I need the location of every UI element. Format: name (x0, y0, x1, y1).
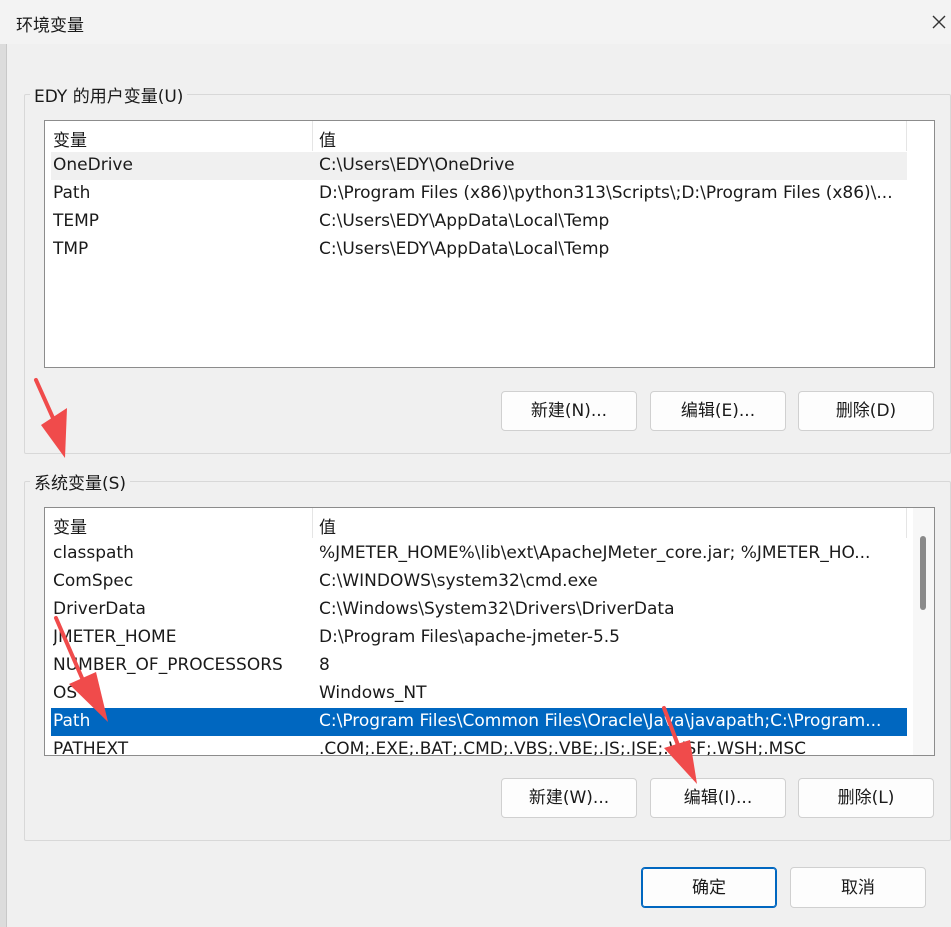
var-name: OneDrive (53, 155, 133, 175)
table-row[interactable]: classpath %JMETER_HOME%\lib\ext\ApacheJM… (51, 540, 907, 568)
var-value: %JMETER_HOME%\lib\ext\ApacheJMeter_core.… (319, 543, 871, 563)
system-variables-label: 系统变量(S) (30, 469, 131, 494)
table-row[interactable]: NUMBER_OF_PROCESSORS 8 (51, 652, 907, 680)
table-row[interactable]: PATHEXT .COM;.EXE;.BAT;.CMD;.VBS;.VBE;.J… (51, 736, 907, 756)
table-row[interactable]: DriverData C:\Windows\System32\Drivers\D… (51, 596, 907, 624)
user-list-header: 变量 值 (45, 121, 934, 151)
system-delete-button[interactable]: 删除(L) (798, 778, 934, 818)
system-variables-list[interactable]: 变量 值 classpath %JMETER_HOME%\lib\ext\Apa… (44, 507, 935, 756)
table-row[interactable]: TEMP C:\Users\EDY\AppData\Local\Temp (51, 208, 907, 236)
var-value: C:\Users\EDY\AppData\Local\Temp (319, 239, 610, 259)
var-value: D:\Program Files (x86)\python313\Scripts… (319, 183, 893, 203)
user-variables-list[interactable]: 变量 值 OneDrive C:\Users\EDY\OneDrive Path… (44, 120, 935, 368)
scrollbar-thumb[interactable] (920, 536, 926, 610)
user-delete-button[interactable]: 删除(D) (798, 391, 934, 431)
title-bar: 环境变量 (0, 0, 951, 44)
table-row[interactable]: OneDrive C:\Users\EDY\OneDrive (51, 152, 907, 180)
var-name: OS (53, 683, 78, 703)
var-value: Windows_NT (319, 683, 427, 703)
var-value: C:\Program Files\Common Files\Oracle\Jav… (319, 711, 882, 731)
window-title: 环境变量 (16, 16, 84, 36)
column-header-name[interactable]: 变量 (53, 126, 87, 151)
var-name: classpath (53, 543, 134, 563)
var-value: C:\Users\EDY\OneDrive (319, 155, 515, 175)
table-row[interactable]: OS Windows_NT (51, 680, 907, 708)
var-value: C:\Windows\System32\Drivers\DriverData (319, 599, 675, 619)
var-name: JMETER_HOME (53, 627, 177, 647)
column-header-value[interactable]: 值 (319, 513, 336, 538)
table-row[interactable]: TMP C:\Users\EDY\AppData\Local\Temp (51, 236, 907, 264)
var-name: PATHEXT (53, 739, 129, 756)
var-name: ComSpec (53, 571, 134, 591)
var-value: C:\WINDOWS\system32\cmd.exe (319, 571, 598, 591)
close-icon (932, 15, 946, 29)
vertical-scrollbar[interactable] (913, 508, 934, 755)
table-row-selected[interactable]: Path C:\Program Files\Common Files\Oracl… (51, 708, 907, 736)
column-header-name[interactable]: 变量 (53, 513, 87, 538)
var-name: DriverData (53, 599, 146, 619)
table-row[interactable]: Path D:\Program Files (x86)\python313\Sc… (51, 180, 907, 208)
var-name: NUMBER_OF_PROCESSORS (53, 655, 283, 675)
user-edit-button[interactable]: 编辑(E)... (650, 391, 786, 431)
var-name: Path (53, 183, 91, 203)
var-name: TMP (53, 239, 89, 259)
column-header-value[interactable]: 值 (319, 126, 336, 151)
table-row[interactable]: JMETER_HOME D:\Program Files\apache-jmet… (51, 624, 907, 652)
var-value: D:\Program Files\apache-jmeter-5.5 (319, 627, 620, 647)
system-list-header: 变量 值 (45, 508, 934, 538)
background-window-edge (0, 44, 7, 927)
ok-button[interactable]: 确定 (641, 867, 777, 908)
var-name: TEMP (53, 211, 100, 231)
close-button[interactable] (920, 6, 951, 38)
table-row[interactable]: ComSpec C:\WINDOWS\system32\cmd.exe (51, 568, 907, 596)
cancel-button[interactable]: 取消 (790, 867, 926, 908)
user-new-button[interactable]: 新建(N)... (501, 391, 637, 431)
var-value: 8 (319, 655, 330, 675)
var-name: Path (53, 711, 91, 731)
user-variables-label: EDY 的用户变量(U) (30, 82, 188, 107)
var-value: .COM;.EXE;.BAT;.CMD;.VBS;.VBE;.JS;.JSE;.… (319, 739, 807, 756)
system-edit-button[interactable]: 编辑(I)... (650, 778, 786, 818)
system-new-button[interactable]: 新建(W)... (501, 778, 637, 818)
var-value: C:\Users\EDY\AppData\Local\Temp (319, 211, 610, 231)
